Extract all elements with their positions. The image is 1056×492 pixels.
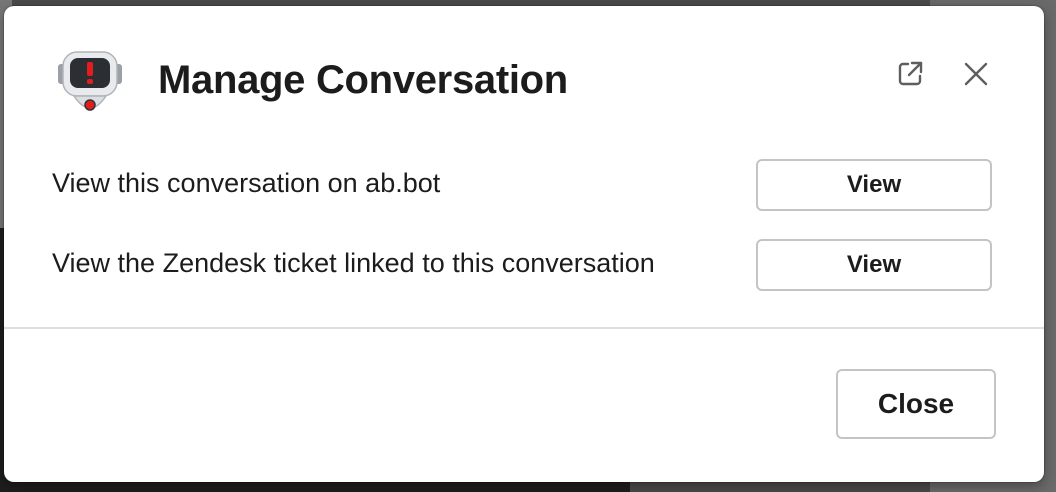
view-conversation-label: View this conversation on ab.bot <box>52 168 441 198</box>
modal-title: Manage Conversation <box>158 58 568 102</box>
close-modal-button[interactable] <box>958 58 994 94</box>
view-conversation-row: View this conversation on ab.bot View <box>52 159 1002 215</box>
view-zendesk-ticket-button[interactable]: View <box>756 239 992 291</box>
open-external-button[interactable] <box>892 58 928 94</box>
view-zendesk-ticket-row: View the Zendesk ticket linked to this c… <box>52 239 1002 295</box>
close-icon <box>963 61 989 92</box>
view-conversation-button[interactable]: View <box>756 159 992 211</box>
external-link-icon <box>895 59 925 94</box>
modal-header: Manage Conversation <box>4 6 1044 146</box>
footer-divider <box>4 327 1044 329</box>
view-zendesk-ticket-label: View the Zendesk ticket linked to this c… <box>52 248 655 278</box>
robot-alert-icon <box>56 48 124 118</box>
close-button[interactable]: Close <box>836 369 996 439</box>
manage-conversation-modal: Manage Conversation View this conversati… <box>4 6 1044 482</box>
